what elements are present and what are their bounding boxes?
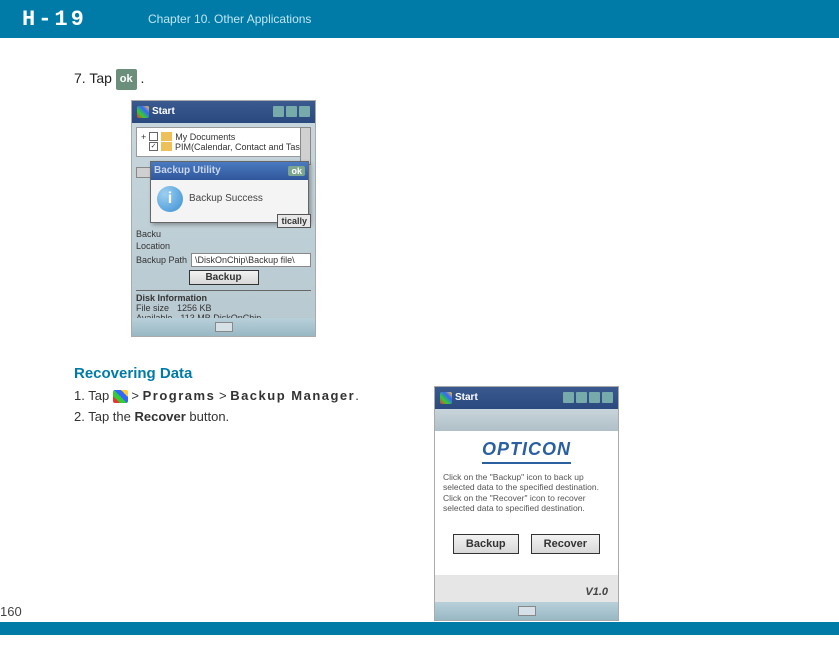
page-content: 7. Tap ok . Start + My Documents: [0, 38, 839, 621]
status-icon: [299, 106, 310, 117]
backup-label-partial: Backu: [136, 229, 161, 239]
header-bar: H-19 Chapter 10. Other Applications: [0, 0, 839, 38]
status-icon: [576, 392, 587, 403]
automatically-button-partial: tically: [277, 214, 311, 228]
wm-start-bar: Start: [132, 101, 315, 123]
windows-flag-icon: [113, 390, 128, 403]
opticon-logo: OPTICON: [482, 439, 571, 464]
status-icon: [273, 106, 284, 117]
page-number: 160: [0, 604, 22, 619]
recover-button: Recover: [531, 534, 600, 554]
wm-bottom-bar: [435, 602, 618, 620]
checkbox-icon: [149, 132, 158, 141]
step-2: 2. Tap the Recover button.: [74, 407, 394, 427]
recovering-data-heading: Recovering Data: [74, 365, 765, 382]
status-icon: [563, 392, 574, 403]
file-size-value: 1256 KB: [177, 303, 212, 313]
status-icon: [589, 392, 600, 403]
ok-icon: ok: [116, 69, 137, 90]
checkbox-icon: ✓: [149, 142, 158, 151]
windows-flag-icon: [440, 392, 452, 404]
screenshot-backup-manager: Start OPTICON Click on the "Backup" icon…: [434, 386, 619, 621]
file-size-label: File size: [136, 303, 169, 313]
info-icon: i: [157, 186, 183, 212]
version-label: V1.0: [585, 586, 608, 598]
scrollbar-vertical: [300, 127, 311, 165]
tree-row: ✓ PIM(Calendar, Contact and Tas: [141, 142, 306, 152]
start-label: Start: [455, 392, 478, 403]
tree-label: PIM(Calendar, Contact and Tas: [175, 142, 300, 152]
disk-info-label: Disk Information: [136, 293, 311, 303]
backup-button: Backup: [453, 534, 519, 554]
ok-button-icon: ok: [288, 166, 305, 176]
folder-icon: [161, 142, 172, 151]
chapter-title: Chapter 10. Other Applications: [148, 12, 311, 26]
backup-path-value: \DiskOnChip\Backup file\: [191, 253, 311, 267]
folder-icon: [161, 132, 172, 141]
dialog-titlebar: Backup Utility ok: [151, 162, 308, 180]
status-icon: [602, 392, 613, 403]
step-7-prefix: 7. Tap: [74, 70, 116, 86]
wm-start-bar: Start: [435, 387, 618, 409]
step-7: 7. Tap ok .: [74, 68, 765, 90]
footer-bar: [0, 622, 839, 635]
device-logo: H-19: [22, 7, 122, 32]
wm-bottom-bar: [132, 318, 315, 336]
location-label: Location: [136, 241, 170, 251]
tree-label: My Documents: [175, 132, 235, 142]
keyboard-icon: [215, 322, 233, 332]
folder-tree: + My Documents ✓ PIM(Calendar, Contact a…: [136, 127, 311, 157]
app-body: OPTICON Click on the "Backup" icon to ba…: [435, 431, 618, 575]
recover-label: Recover: [134, 409, 185, 424]
screenshot-backup-success: Start + My Documents ✓ PIM(Calendar, Con…: [131, 100, 316, 337]
step-7-suffix: .: [137, 70, 145, 86]
backup-path-label: Backup Path: [136, 255, 187, 265]
programs-label: Programs: [143, 388, 216, 403]
start-label: Start: [152, 106, 175, 117]
backup-manager-label: Backup Manager: [230, 388, 355, 403]
steps-column: 1. Tap > Programs > Backup Manager. 2. T…: [74, 386, 394, 621]
app-description: Click on the "Backup" icon to back up se…: [443, 472, 610, 515]
keyboard-icon: [518, 606, 536, 616]
dialog-title: Backup Utility: [154, 165, 221, 176]
windows-flag-icon: [137, 106, 149, 118]
dialog-message: Backup Success: [189, 193, 263, 204]
status-icon: [286, 106, 297, 117]
tree-row: + My Documents: [141, 132, 306, 142]
step-1: 1. Tap > Programs > Backup Manager.: [74, 386, 394, 406]
backup-button: Backup: [189, 270, 259, 285]
